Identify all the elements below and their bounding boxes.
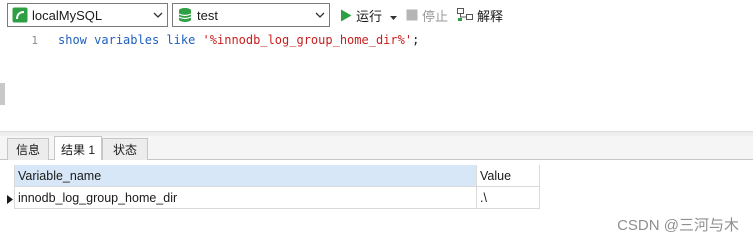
play-icon	[340, 9, 352, 22]
keyword-show: show	[58, 33, 87, 47]
explain-button[interactable]: 解释	[457, 6, 503, 24]
explain-button-label: 解释	[477, 8, 504, 24]
table-cell[interactable]: innodb_log_group_home_dir	[15, 187, 477, 209]
sql-editor[interactable]: 1 show variables like '%innodb_log_group…	[0, 31, 753, 131]
stop-button[interactable]: 停止	[406, 6, 448, 24]
column-header-variable-name[interactable]: Variable_name	[15, 165, 477, 187]
connection-select[interactable]: localMySQL	[7, 3, 168, 27]
run-button-label: 运行	[356, 8, 383, 24]
stop-button-label: 停止	[422, 8, 449, 24]
run-options-dropdown[interactable]	[390, 6, 400, 24]
current-row-indicator-icon	[7, 193, 13, 207]
editor-margin-marker	[0, 83, 5, 105]
line-number: 1	[31, 34, 38, 47]
chevron-down-icon[interactable]	[149, 4, 167, 26]
table-cell[interactable]: .\	[477, 187, 540, 209]
watermark: CSDN @三河与木	[617, 217, 739, 234]
column-header-value[interactable]: Value	[477, 165, 540, 187]
statement-terminator: ;	[412, 33, 420, 47]
explain-icon	[457, 8, 473, 22]
keyword-variables: variables	[94, 33, 160, 47]
tab-info[interactable]: 信息	[7, 138, 49, 160]
mysql-connection-icon	[12, 7, 28, 23]
caret-down-icon	[390, 8, 397, 23]
code-line[interactable]: show variables like '%innodb_log_group_h…	[58, 33, 419, 47]
database-select[interactable]: test	[172, 3, 330, 27]
keyword-like: like	[166, 33, 196, 47]
chevron-down-icon[interactable]	[311, 4, 329, 26]
connection-select-value: localMySQL	[32, 7, 103, 23]
toolbar: localMySQL test 运行 停止 解释	[0, 0, 753, 31]
database-select-value: test	[197, 7, 218, 23]
stop-icon	[406, 9, 418, 21]
tab-result-1[interactable]: 结果 1	[54, 136, 102, 161]
string-literal: '%innodb_log_group_home_dir%'	[202, 33, 413, 47]
result-tabs: 信息 结果 1 状态	[0, 136, 753, 161]
database-icon	[177, 7, 193, 23]
run-button[interactable]: 运行	[340, 6, 382, 24]
tab-status[interactable]: 状态	[102, 138, 148, 160]
